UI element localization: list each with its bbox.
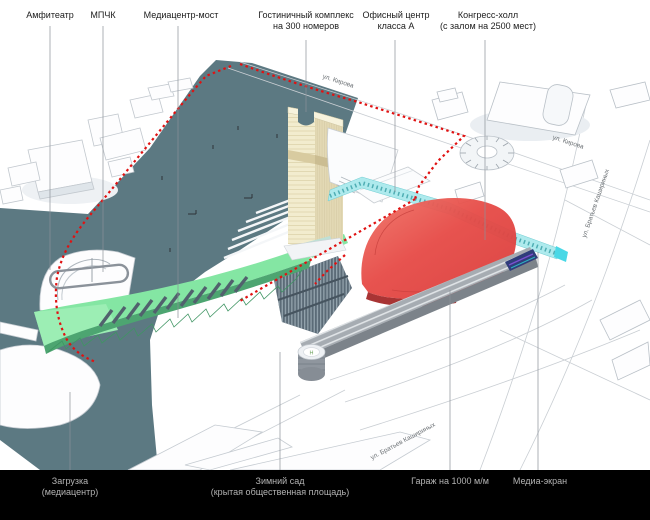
callout-congress-hall: Конгресс-холл(с залом на 2500 мест) [440, 10, 536, 32]
callout-office: Офисный центркласса А [362, 10, 429, 32]
callout-loading-dock: Загрузка(медиацентр) [42, 476, 98, 498]
site-plan-diagram: H Амфитеатр МПЧК Медиаце [0, 0, 650, 520]
callout-amphitheater: Амфитеатр [26, 10, 74, 21]
callout-mpchk: МПЧК [90, 10, 115, 21]
callout-winter-garden: Зимний сад(крытая общественная площадь) [211, 476, 350, 498]
callout-media-screen: Медиа-экран [513, 476, 567, 487]
helipad-h-icon: H [310, 351, 314, 357]
callout-media-bridge: Медиацентр-мост [144, 10, 219, 21]
callout-garage: Гараж на 1000 м/м [411, 476, 489, 487]
round-building [460, 136, 514, 170]
helipad-tower: H [298, 345, 325, 382]
walkway-endcap [554, 246, 568, 262]
callout-hotel: Гостиничный комплексна 300 номеров [258, 10, 353, 32]
